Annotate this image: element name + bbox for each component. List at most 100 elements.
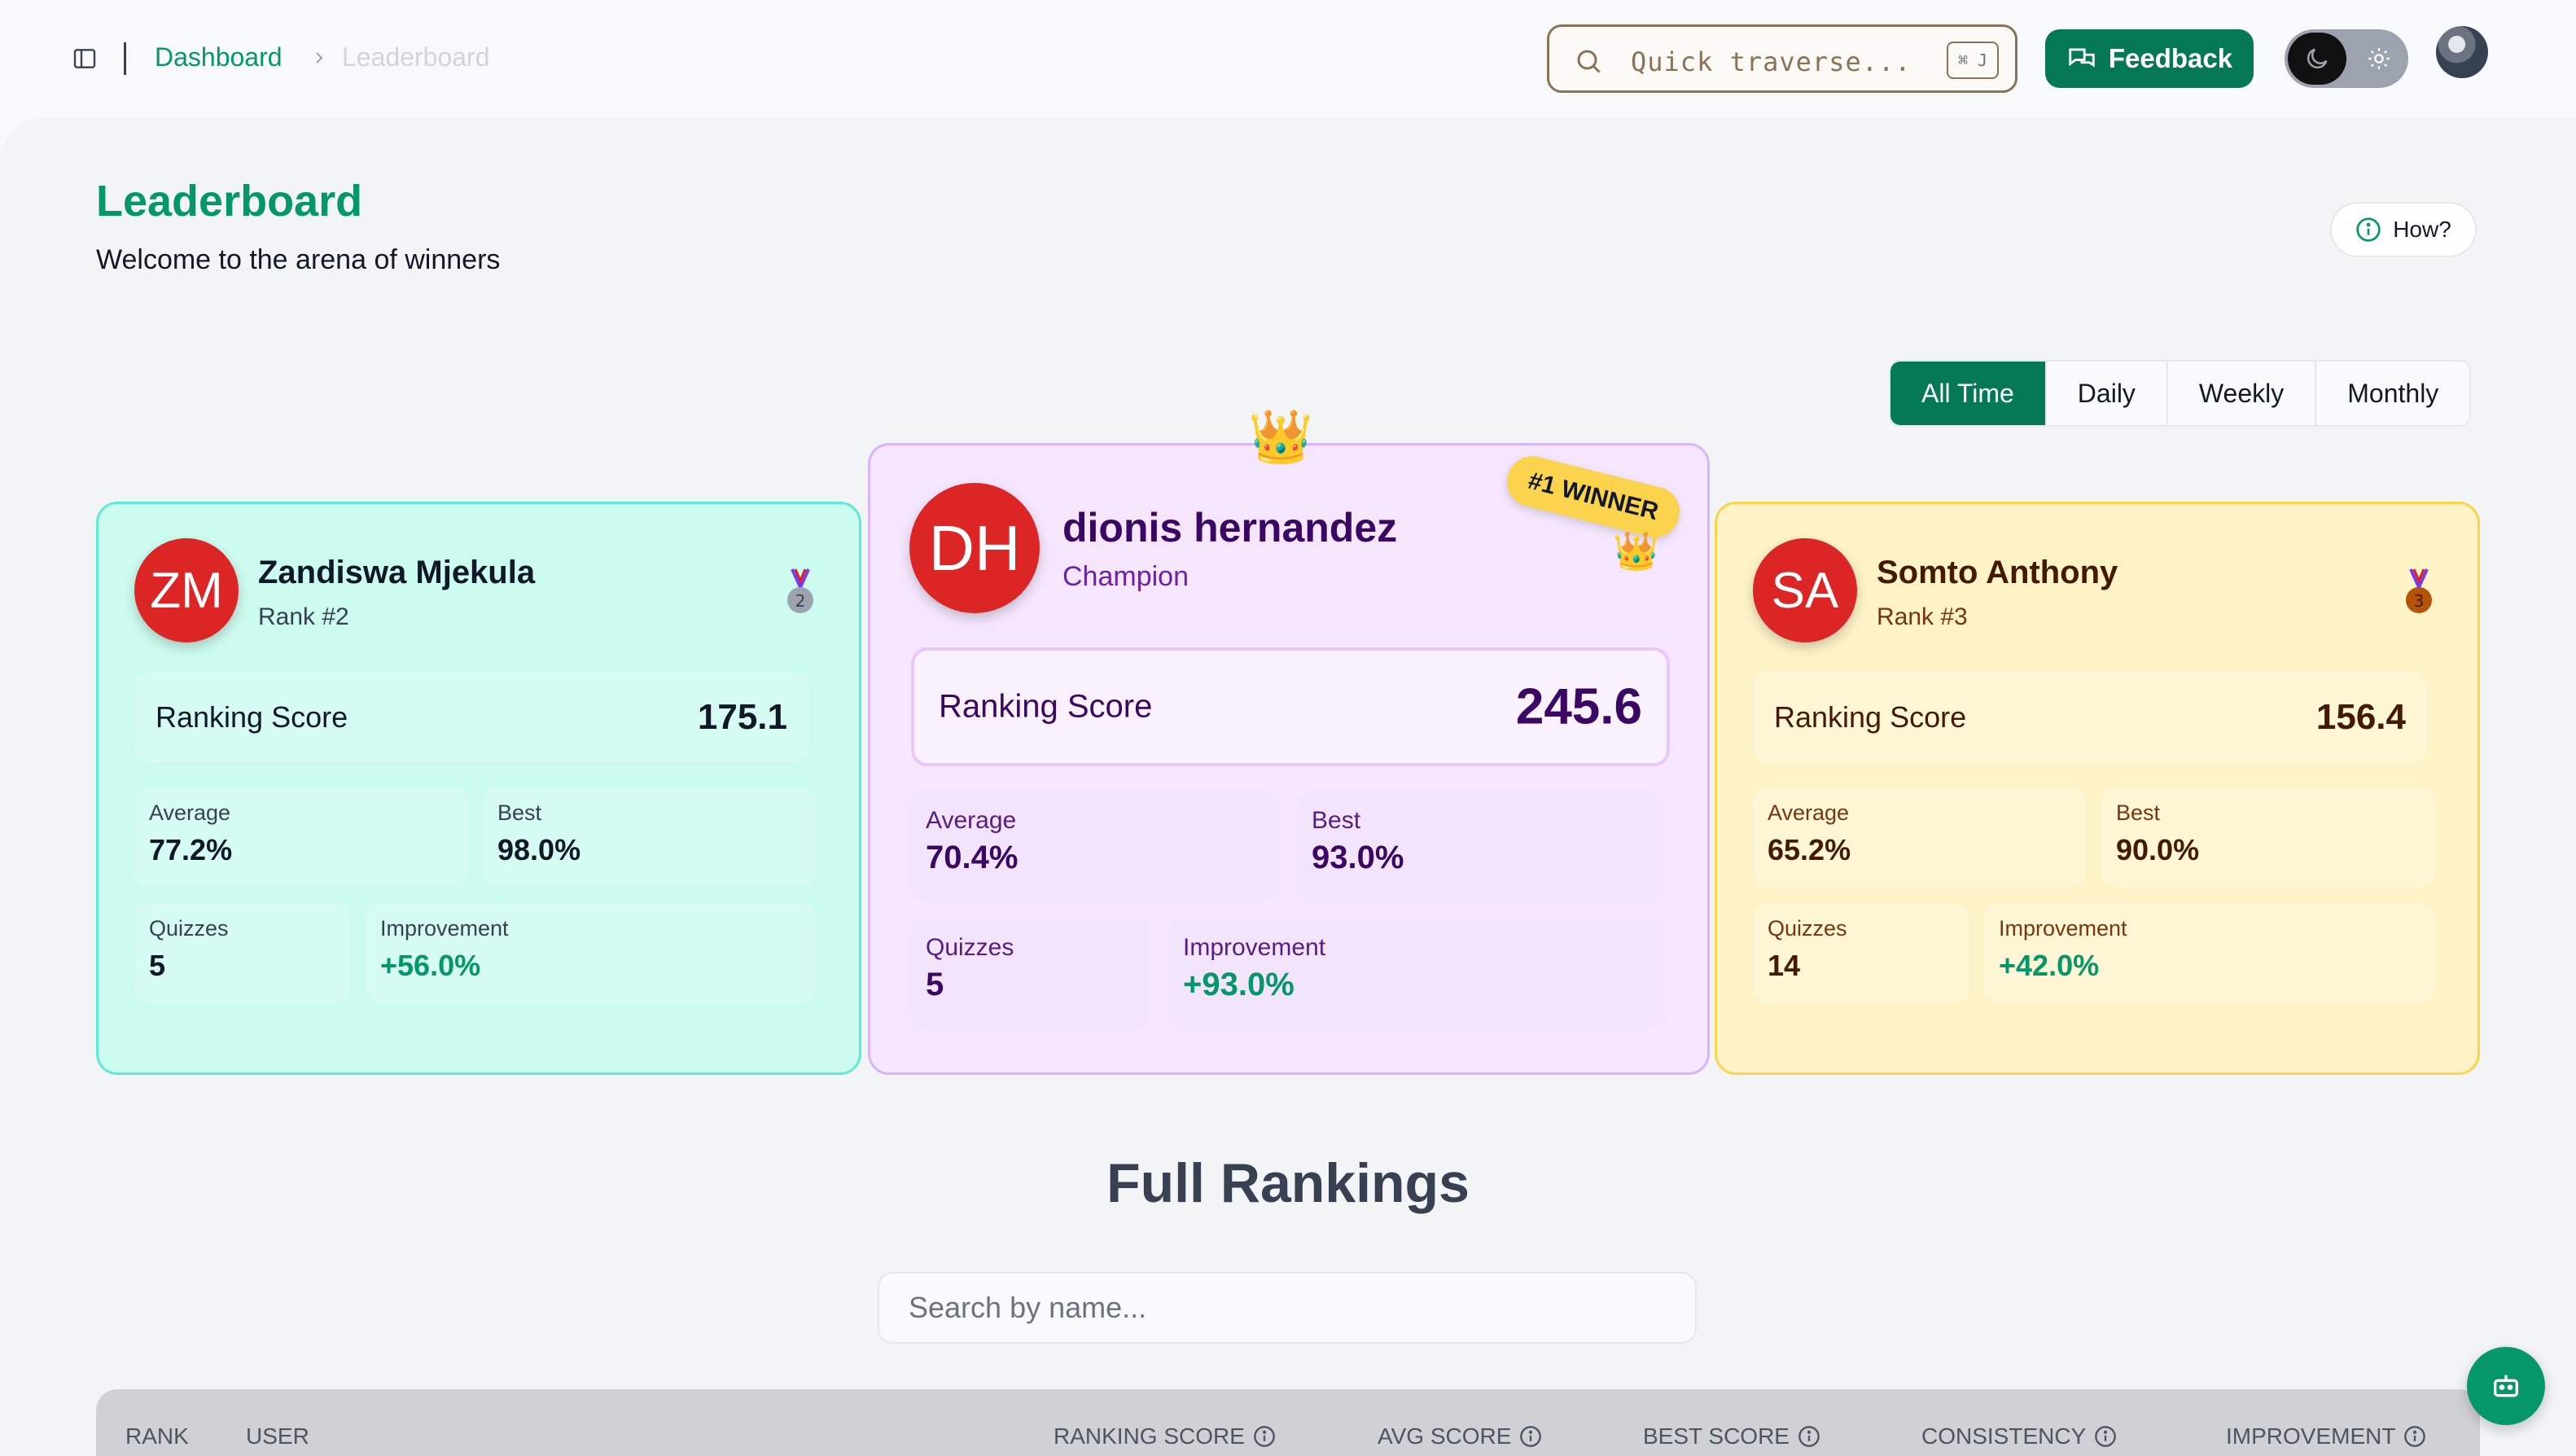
stat-label: Quizzes [149,916,229,941]
name-search-input[interactable] [879,1274,1695,1342]
score-label: Ranking Score [939,688,1153,725]
stat-label: Average [926,807,1017,834]
avatar: ZM [134,538,239,642]
filter-all-time[interactable]: All Time [1890,362,2047,425]
score-value: 245.6 [1515,678,1642,735]
column-user[interactable]: USER [246,1423,309,1449]
page-subtitle: Welcome to the arena of winners [96,244,501,275]
filter-monthly[interactable]: Monthly [2316,362,2469,425]
best-stat: Best 90.0% [2101,787,2435,887]
column-label: CONSISTENCY [1921,1423,2087,1449]
avatar: SA [1753,538,1857,642]
breadcrumb-dashboard-link[interactable]: Dashboard [155,42,283,72]
stat-value: +56.0% [380,949,481,982]
shortcut-badge: ⌘ J [1947,42,1999,79]
average-stat: Average 70.4% [911,794,1277,900]
best-stat: Best 98.0% [483,787,817,887]
column-consistency[interactable]: CONSISTENCY [1921,1423,2117,1449]
info-icon [2356,217,2381,242]
breadcrumb-separator [124,42,126,75]
feedback-label: Feedback [2108,43,2233,73]
how-label: How? [2393,217,2451,242]
chevron-right-icon [316,52,323,64]
user-name: Zandiswa Mjekula [258,555,536,590]
column-ranking-score[interactable]: RANKING SCORE [1054,1423,1276,1449]
info-icon[interactable] [1519,1425,1542,1448]
score-label: Ranking Score [156,700,348,734]
quizzes-stat: Quizzes 14 [1753,903,1969,1002]
quizzes-stat: Quizzes 5 [134,903,351,1002]
search-icon [1577,50,1601,73]
medal-number: 2 [795,591,806,611]
score-value: 175.1 [697,697,787,737]
main-panel: Leaderboard Welcome to the arena of winn… [0,117,2576,1456]
stat-value: 65.2% [1768,833,1851,866]
podium-card-third: SA Somto Anthony Rank #3 3 Ranking Score… [1715,502,2480,1075]
stat-label: Best [497,800,542,825]
best-stat: Best 93.0% [1297,794,1663,900]
column-label: IMPROVEMENT [2226,1423,2396,1449]
info-icon[interactable] [1253,1425,1276,1448]
assistant-bot-button[interactable] [2467,1347,2545,1425]
bronze-medal-icon: 3 [2406,568,2432,613]
column-label: RANK [125,1423,189,1449]
column-best-score[interactable]: BEST SCORE [1643,1423,1820,1449]
quizzes-stat: Quizzes 5 [911,921,1150,1027]
stat-label: Quizzes [1768,916,1847,941]
rankings-table-header: RANK USER RANKING SCORE AVG SCORE BEST S… [96,1389,2480,1456]
filter-daily[interactable]: Daily [2047,362,2168,425]
column-avg-score[interactable]: AVG SCORE [1378,1423,1542,1449]
ranking-score-box: Ranking Score 245.6 [911,647,1670,766]
stat-value: +42.0% [1999,949,2100,982]
stat-label: Improvement [1183,934,1326,961]
stat-value: 5 [149,949,166,982]
small-crown-icon: 👑 [1613,529,1660,572]
ranking-score-box: Ranking Score 175.1 [134,672,808,763]
sidebar-toggle-icon[interactable] [72,46,98,72]
info-icon[interactable] [2094,1425,2117,1448]
column-label: RANKING SCORE [1054,1423,1245,1449]
theme-toggle[interactable] [2285,29,2408,88]
feedback-icon [2069,48,2095,68]
name-search [878,1272,1697,1344]
improvement-stat: Improvement +93.0% [1168,921,1663,1027]
how-button[interactable]: How? [2330,202,2477,257]
column-label: AVG SCORE [1378,1423,1512,1449]
average-stat: Average 65.2% [1753,787,2087,887]
column-label: BEST SCORE [1643,1423,1790,1449]
stat-value: +93.0% [1183,967,1295,1002]
user-name: dionis hernandez [1062,505,1398,550]
avatar: DH [909,483,1040,613]
rank-label: Rank #2 [258,603,349,630]
quick-traverse-search[interactable]: Quick traverse... ⌘ J [1547,24,2017,93]
stat-label: Quizzes [926,934,1014,961]
silver-medal-icon: 2 [787,568,813,613]
info-icon[interactable] [1798,1425,1820,1448]
theme-knob [2288,33,2346,85]
stat-value: 93.0% [1312,840,1404,875]
stat-value: 90.0% [2116,833,2200,866]
top-bar: Dashboard Leaderboard Quick traverse... … [0,0,2576,117]
average-stat: Average 77.2% [134,787,468,887]
moon-icon [2307,48,2328,69]
stat-label: Improvement [1999,916,2127,941]
podium-card-second: ZM Zandiswa Mjekula Rank #2 2 Ranking Sc… [96,502,861,1075]
stat-value: 98.0% [497,833,581,866]
feedback-button[interactable]: Feedback [2045,29,2254,88]
bot-icon [2494,1375,2518,1397]
stat-label: Best [1312,807,1361,834]
stat-value: 14 [1768,949,1801,982]
search-placeholder: Quick traverse... [1631,46,1912,77]
stat-value: 5 [926,967,944,1002]
stat-label: Improvement [380,916,509,941]
column-improvement[interactable]: IMPROVEMENT [2226,1423,2426,1449]
filter-weekly[interactable]: Weekly [2168,362,2317,425]
info-icon[interactable] [2403,1425,2426,1448]
improvement-stat: Improvement +56.0% [366,903,817,1002]
rank-label: Rank #3 [1877,603,1968,630]
score-label: Ranking Score [1774,700,1967,734]
user-name: Somto Anthony [1877,555,2118,590]
column-rank[interactable]: RANK [125,1423,189,1449]
user-avatar[interactable] [2436,26,2488,78]
stat-label: Best [2116,800,2161,825]
